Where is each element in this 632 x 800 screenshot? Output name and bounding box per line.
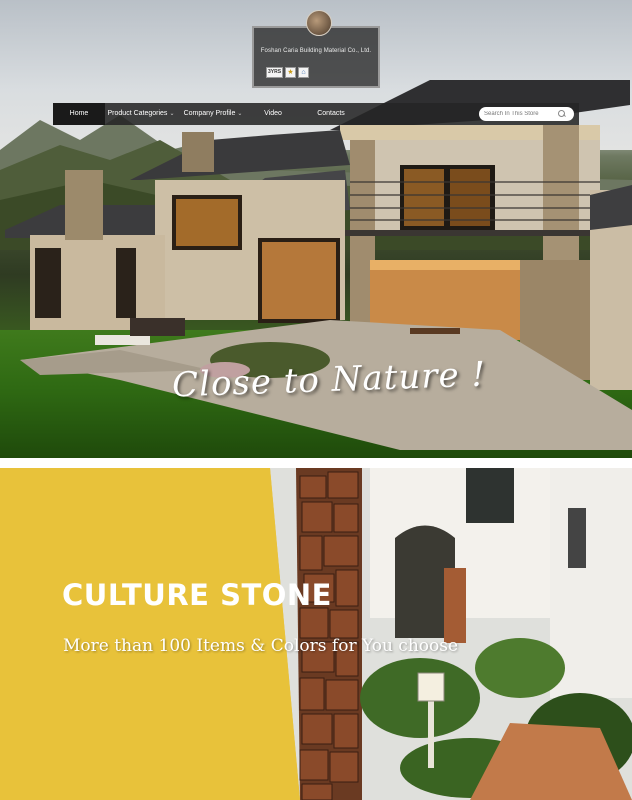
hero-banner: Foshan Caria Building Material Co., Ltd.… [0, 0, 632, 458]
nav-home[interactable]: Home [53, 103, 105, 125]
chevron-down-icon: ⌄ [169, 111, 175, 117]
nav-company-profile-label: Company Profile [183, 110, 236, 117]
nav-home-label: Home [69, 110, 89, 117]
company-logo[interactable] [306, 10, 332, 36]
nav-video-label: Video [264, 110, 282, 117]
banner-subtitle: More than 100 Items & Colors for You cho… [63, 636, 459, 656]
company-name[interactable]: Foshan Caria Building Material Co., Ltd. [252, 48, 380, 54]
garden-stone-image [0, 468, 632, 800]
supplier-badges: 3YRS ★ ⌂ [266, 67, 309, 79]
years-badge[interactable]: 3YRS [266, 67, 283, 78]
nav-video[interactable]: Video [249, 103, 297, 125]
nav-contacts[interactable]: Contacts [297, 103, 365, 125]
store-search-input[interactable] [479, 111, 557, 117]
nav-company-profile[interactable]: Company Profile ⌄ [177, 103, 249, 125]
search-icon[interactable] [557, 109, 567, 119]
banner-title: CULTURE STONE [62, 578, 332, 612]
store-search [479, 107, 574, 121]
nav-contacts-label: Contacts [317, 110, 345, 117]
verified-icon[interactable]: ⌂ [298, 67, 309, 78]
gold-supplier-icon[interactable]: ★ [285, 67, 296, 78]
nav-product-categories-label: Product Categories [107, 110, 168, 117]
chevron-down-icon: ⌄ [237, 111, 243, 117]
culture-stone-banner[interactable] [0, 468, 632, 800]
nav-product-categories[interactable]: Product Categories ⌄ [105, 103, 177, 125]
